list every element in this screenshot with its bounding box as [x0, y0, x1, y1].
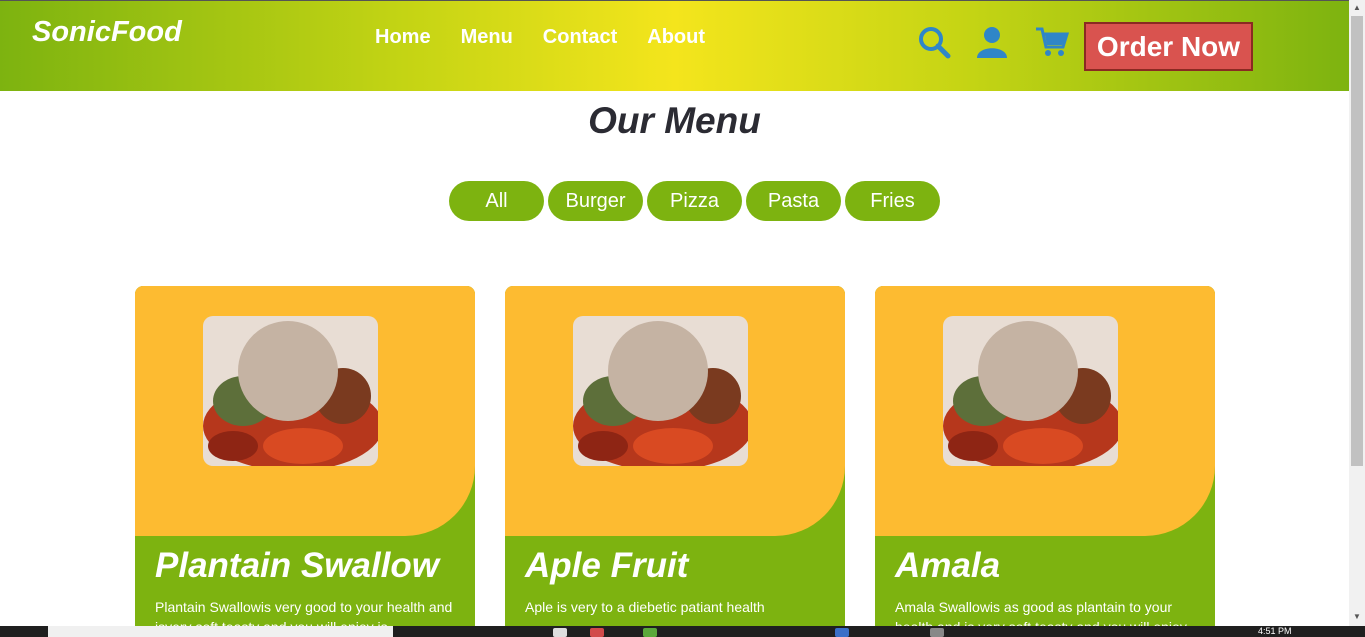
taskbar-app-icon[interactable]: [590, 628, 604, 637]
order-now-button[interactable]: Order Now: [1084, 22, 1253, 71]
card-title: Aple Fruit: [525, 546, 689, 585]
food-image: [573, 316, 748, 466]
brand-logo[interactable]: SonicFood: [32, 16, 182, 49]
card-title: Plantain Swallow: [155, 546, 439, 585]
filter-fries[interactable]: Fries: [845, 181, 940, 221]
card-image-panel: [875, 286, 1215, 536]
card-description: Plantain Swallowis very good to your hea…: [155, 599, 453, 626]
card-description: Aple is very to a diebetic patiant healt…: [525, 599, 765, 615]
menu-card[interactable]: Plantain Swallow Plantain Swallowis very…: [135, 286, 475, 626]
scroll-down-arrow-icon[interactable]: ▼: [1351, 611, 1363, 623]
main-nav: Home Menu Contact About: [375, 26, 735, 49]
cart-icon[interactable]: [1035, 25, 1070, 59]
menu-filters: All Burger Pizza Pasta Fries: [449, 181, 944, 221]
card-title: Amala: [895, 546, 1001, 585]
scroll-up-arrow-icon[interactable]: ▲: [1351, 2, 1363, 14]
site-header: SonicFood Home Menu Contact About Order …: [0, 0, 1349, 91]
nav-contact[interactable]: Contact: [543, 26, 617, 49]
nav-about[interactable]: About: [647, 26, 705, 49]
menu-title: Our Menu: [588, 100, 761, 141]
scrollbar-thumb[interactable]: [1351, 16, 1363, 466]
card-image-panel: [505, 286, 845, 536]
nav-menu[interactable]: Menu: [461, 26, 513, 49]
user-icon[interactable]: [975, 25, 1009, 59]
filter-burger[interactable]: Burger: [548, 181, 643, 221]
nav-home[interactable]: Home: [375, 26, 431, 49]
food-image: [943, 316, 1118, 466]
filter-pasta[interactable]: Pasta: [746, 181, 841, 221]
taskbar-app-icon[interactable]: [553, 628, 567, 637]
search-icon[interactable]: [917, 25, 951, 59]
taskbar-app-icon[interactable]: [835, 628, 849, 637]
card-description: Amala Swallowis as good as plantain to y…: [895, 599, 1187, 626]
taskbar-app-icon[interactable]: [930, 628, 944, 637]
taskbar-search-box[interactable]: [48, 626, 393, 637]
taskbar-app-icon[interactable]: [643, 628, 657, 637]
card-image-panel: [135, 286, 475, 536]
filter-pizza[interactable]: Pizza: [647, 181, 742, 221]
food-image: [203, 316, 378, 466]
menu-card[interactable]: Amala Amala Swallowis as good as plantai…: [875, 286, 1215, 626]
menu-card[interactable]: Aple Fruit Aple is very to a diebetic pa…: [505, 286, 845, 626]
filter-all[interactable]: All: [449, 181, 544, 221]
taskbar-clock: 4:51 PM: [1258, 626, 1292, 636]
